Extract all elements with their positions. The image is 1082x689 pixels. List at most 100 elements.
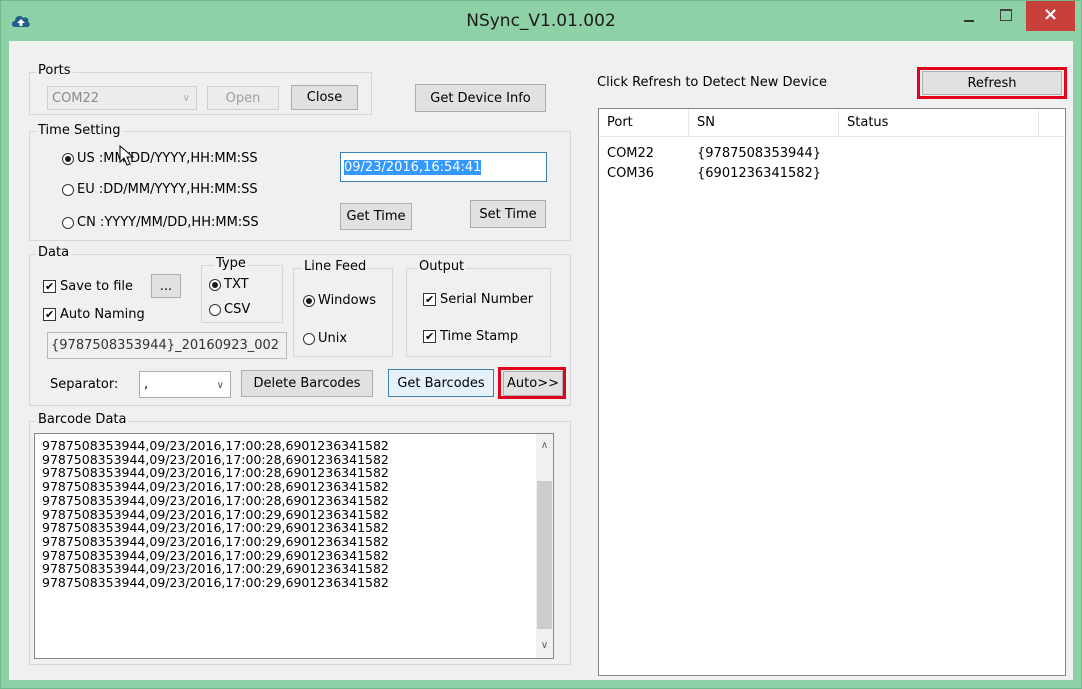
- close-port-button[interactable]: Close: [291, 85, 358, 110]
- line-feed-windows-radio[interactable]: Windows: [303, 293, 376, 308]
- save-to-file-label: Save to file: [60, 279, 134, 294]
- eu-format-label: EU :DD/MM/YYYY,HH:MM:SS: [77, 182, 258, 197]
- barcode-line: 9787508353944,09/23/2016,17:00:28,690123…: [42, 438, 389, 453]
- line-feed-group-label: Line Feed: [302, 259, 369, 274]
- barcode-line: 9787508353944,09/23/2016,17:00:29,690123…: [42, 561, 389, 577]
- barcode-line: 9787508353944,09/23/2016,17:00:28,690123…: [42, 465, 389, 481]
- column-header-port[interactable]: Port: [599, 109, 689, 136]
- radio-selected-icon: [303, 294, 315, 307]
- device-sn: {9787508353944}: [697, 146, 822, 161]
- open-port-button[interactable]: Open: [207, 86, 279, 110]
- save-to-file-checkbox[interactable]: Save to file: [43, 279, 133, 294]
- cn-format-radio[interactable]: CN :YYYY/MM/DD,HH:MM:SS: [62, 215, 259, 230]
- radio-unselected-icon: [303, 332, 315, 345]
- port-select[interactable]: COM22 ∨: [47, 86, 197, 110]
- minimize-button[interactable]: [952, 1, 986, 31]
- data-group-label: Data: [36, 245, 72, 260]
- close-window-button[interactable]: ×: [1026, 1, 1075, 31]
- time-setting-group-label: Time Setting: [36, 123, 123, 138]
- barcode-line: 9787508353944,09/23/2016,17:00:28,690123…: [42, 451, 389, 467]
- line-feed-unix-label: Unix: [318, 331, 348, 346]
- checkbox-checked-icon: [43, 308, 56, 321]
- type-group-label: Type: [214, 256, 248, 271]
- line-feed-unix-radio[interactable]: Unix: [303, 331, 347, 346]
- radio-unselected-icon: [62, 216, 74, 229]
- column-header-sn[interactable]: SN: [689, 109, 839, 136]
- get-device-info-button[interactable]: Get Device Info: [415, 84, 546, 112]
- device-sn: {6901236341582}: [697, 166, 822, 181]
- maximize-button[interactable]: [989, 1, 1023, 31]
- refresh-hint: Click Refresh to Detect New Device: [597, 75, 827, 90]
- auto-naming-checkbox[interactable]: Auto Naming: [43, 307, 145, 322]
- us-format-label: US :MM/DD/YYYY,HH:MM:SS: [77, 151, 258, 166]
- barcode-line: 9787508353944,09/23/2016,17:00:28,690123…: [42, 479, 389, 495]
- browse-file-button[interactable]: ...: [151, 274, 181, 298]
- delete-barcodes-button[interactable]: Delete Barcodes: [241, 370, 373, 397]
- column-header-status[interactable]: Status: [839, 109, 1039, 136]
- get-time-button[interactable]: Get Time: [340, 203, 412, 230]
- cn-format-label: CN :YYYY/MM/DD,HH:MM:SS: [77, 215, 259, 230]
- separator-value: ,: [144, 377, 149, 392]
- port-select-value: COM22: [52, 90, 100, 106]
- barcode-data-textarea[interactable]: 9787508353944,09/23/2016,17:00:28,690123…: [34, 433, 554, 659]
- chevron-down-icon: ∨: [182, 93, 190, 104]
- app-window: NSync_V1.01.002 × Ports COM22 ∨ Open Clo…: [0, 0, 1082, 689]
- eu-format-radio[interactable]: EU :DD/MM/YYYY,HH:MM:SS: [62, 182, 258, 197]
- barcode-line: 9787508353944,09/23/2016,17:00:29,690123…: [42, 520, 389, 536]
- time-stamp-label: Time Stamp: [440, 329, 519, 344]
- us-format-radio[interactable]: US :MM/DD/YYYY,HH:MM:SS: [62, 151, 258, 166]
- checkbox-checked-icon: [423, 293, 436, 306]
- chevron-down-icon: ∨: [216, 380, 224, 391]
- device-port: COM36: [607, 166, 655, 181]
- type-csv-label: CSV: [224, 302, 251, 317]
- separator-select[interactable]: , ∨: [139, 371, 231, 398]
- auto-button-highlight: [498, 367, 566, 399]
- table-row[interactable]: COM36 {6901236341582}: [599, 164, 1065, 184]
- barcode-line: 9787508353944,09/23/2016,17:00:29,690123…: [42, 533, 389, 549]
- table-row[interactable]: COM22 {9787508353944}: [599, 144, 1065, 164]
- serial-number-label: Serial Number: [440, 292, 534, 307]
- barcode-data-group-label: Barcode Data: [36, 412, 129, 427]
- file-name-value: {9787508353944}_20160923_002: [51, 338, 280, 353]
- barcode-line: 9787508353944,09/23/2016,17:00:29,690123…: [42, 547, 389, 563]
- close-icon: ×: [1042, 4, 1059, 25]
- radio-selected-icon: [62, 152, 74, 165]
- main-client-area: Ports COM22 ∨ Open Close Get Device Info…: [9, 41, 1073, 680]
- checkbox-checked-icon: [43, 280, 56, 293]
- maximize-icon: [1000, 9, 1012, 21]
- radio-unselected-icon: [62, 183, 74, 196]
- separator-label: Separator:: [50, 377, 119, 392]
- title-bar[interactable]: NSync_V1.01.002 ×: [1, 1, 1081, 41]
- barcode-line: 9787508353944,09/23/2016,17:00:29,690123…: [42, 575, 389, 590]
- barcode-line: 9787508353944,09/23/2016,17:00:29,690123…: [42, 506, 389, 522]
- type-csv-radio[interactable]: CSV: [209, 302, 250, 317]
- device-list-header: Port SN Status: [599, 109, 1065, 137]
- type-txt-radio[interactable]: TXT: [209, 277, 249, 292]
- chevron-up-icon[interactable]: ∧: [536, 437, 553, 454]
- chevron-down-icon[interactable]: ∨: [536, 637, 553, 654]
- barcode-scrollbar[interactable]: ∧ ∨: [536, 434, 553, 658]
- radio-unselected-icon: [209, 303, 221, 316]
- output-group-label: Output: [417, 259, 467, 274]
- datetime-input[interactable]: 09/23/2016,16:54:41: [340, 152, 547, 182]
- auto-naming-label: Auto Naming: [60, 307, 145, 322]
- type-txt-label: TXT: [224, 277, 249, 292]
- file-name-field[interactable]: {9787508353944}_20160923_002: [47, 332, 287, 359]
- scrollbar-thumb[interactable]: [537, 481, 552, 629]
- mouse-cursor-icon: [119, 145, 135, 166]
- device-port: COM22: [607, 146, 655, 161]
- minimize-icon: [964, 20, 974, 22]
- refresh-button-highlight: [917, 67, 1067, 99]
- ports-group-label: Ports: [36, 63, 73, 78]
- set-time-button[interactable]: Set Time: [470, 200, 546, 228]
- get-barcodes-button[interactable]: Get Barcodes: [388, 369, 494, 397]
- radio-selected-icon: [209, 278, 221, 291]
- device-list[interactable]: Port SN Status COM22 {9787508353944} COM…: [598, 108, 1066, 676]
- datetime-value: 09/23/2016,16:54:41: [344, 159, 482, 175]
- time-stamp-checkbox[interactable]: Time Stamp: [423, 329, 518, 344]
- checkbox-checked-icon: [423, 330, 436, 343]
- line-feed-windows-label: Windows: [318, 293, 377, 308]
- barcode-line: 9787508353944,09/23/2016,17:00:28,690123…: [42, 492, 389, 508]
- window-title: NSync_V1.01.002: [466, 11, 616, 31]
- serial-number-checkbox[interactable]: Serial Number: [423, 292, 533, 307]
